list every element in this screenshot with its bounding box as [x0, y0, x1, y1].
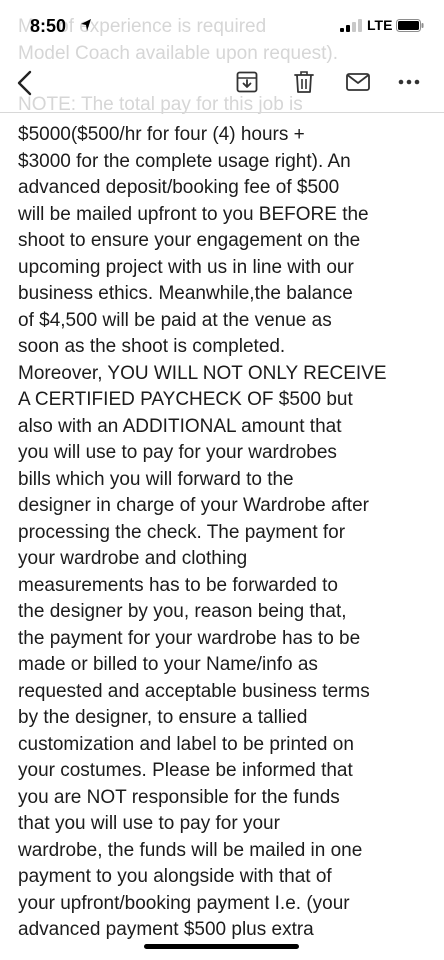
archive-icon[interactable]: [236, 71, 258, 93]
location-arrow-icon: [81, 19, 91, 31]
message-line: processing the check. The payment for: [18, 521, 346, 543]
message-line: made or billed to your Name/info as: [18, 654, 318, 675]
message-line: advanced payment $500 plus extra: [18, 919, 314, 940]
message-line: of $4,500 will be paid at the venue as: [18, 309, 332, 331]
message-line: shoot to ensure your engagement on the: [18, 230, 361, 251]
message-line: upcoming project with us in line with ou…: [18, 256, 354, 278]
message-line: business ethics. Meanwhile,the balance: [18, 283, 353, 304]
message-line: by the designer, to ensure a tallied: [18, 707, 308, 728]
message-line: customization and label to be printed on: [18, 733, 354, 755]
more-options-icon[interactable]: [398, 78, 420, 86]
message-line: requested and acceptable business terms: [18, 680, 370, 702]
network-type: LTE: [367, 17, 393, 33]
back-chevron-icon[interactable]: [14, 70, 36, 96]
message-body: $5000($500/hr for four (4) hours + $3000…: [18, 122, 438, 944]
message-line: you will use to pay for your wardrobes: [18, 442, 337, 463]
message-line: Moreover, YOU WILL NOT ONLY RECEIVE: [18, 362, 387, 384]
message-line: the designer by you, reason being that,: [18, 601, 347, 622]
mail-icon[interactable]: [346, 73, 370, 91]
battery-icon: [396, 19, 424, 32]
message-line: will be mailed upfront to you BEFORE the: [18, 203, 369, 225]
message-line: advanced deposit/booking fee of $500: [18, 177, 340, 198]
trash-icon[interactable]: [294, 70, 314, 94]
message-line: also with an ADDITIONAL amount that: [18, 415, 342, 437]
message-line: measurements has to be forwarded to: [18, 574, 339, 596]
status-time: 8:50: [30, 16, 67, 36]
message-line: payment to you alongside with that of: [18, 866, 332, 887]
message-line: your upfront/booking payment I.e. (your: [18, 892, 350, 914]
message-line: A CERTIFIED PAYCHECK OF $500 but: [18, 389, 353, 410]
message-line: $3000 for the complete usage right). An: [18, 150, 351, 172]
toolbar-divider: [0, 112, 444, 113]
message-line: the payment for your wardrobe has to be: [18, 627, 361, 649]
message-line: bills which you will forward to the: [18, 468, 294, 490]
message-line: your wardrobe and clothing: [18, 548, 248, 569]
message-line: wardrobe, the funds will be mailed in on…: [18, 839, 363, 861]
message-line: you are NOT responsible for the funds: [18, 786, 340, 808]
message-line: $5000($500/hr for four (4) hours +: [18, 124, 305, 145]
message-line: designer in charge of your Wardrobe afte…: [18, 495, 369, 516]
status-bar: 8:50 LTE: [0, 0, 444, 48]
signal-strength-icon: [340, 19, 362, 32]
message-line: soon as the shoot is completed.: [18, 336, 286, 357]
message-line: your costumes. Please be informed that: [18, 760, 353, 781]
message-line: that you will use to pay for your: [18, 813, 280, 834]
message-toolbar: [0, 62, 444, 110]
home-indicator[interactable]: [144, 944, 299, 949]
